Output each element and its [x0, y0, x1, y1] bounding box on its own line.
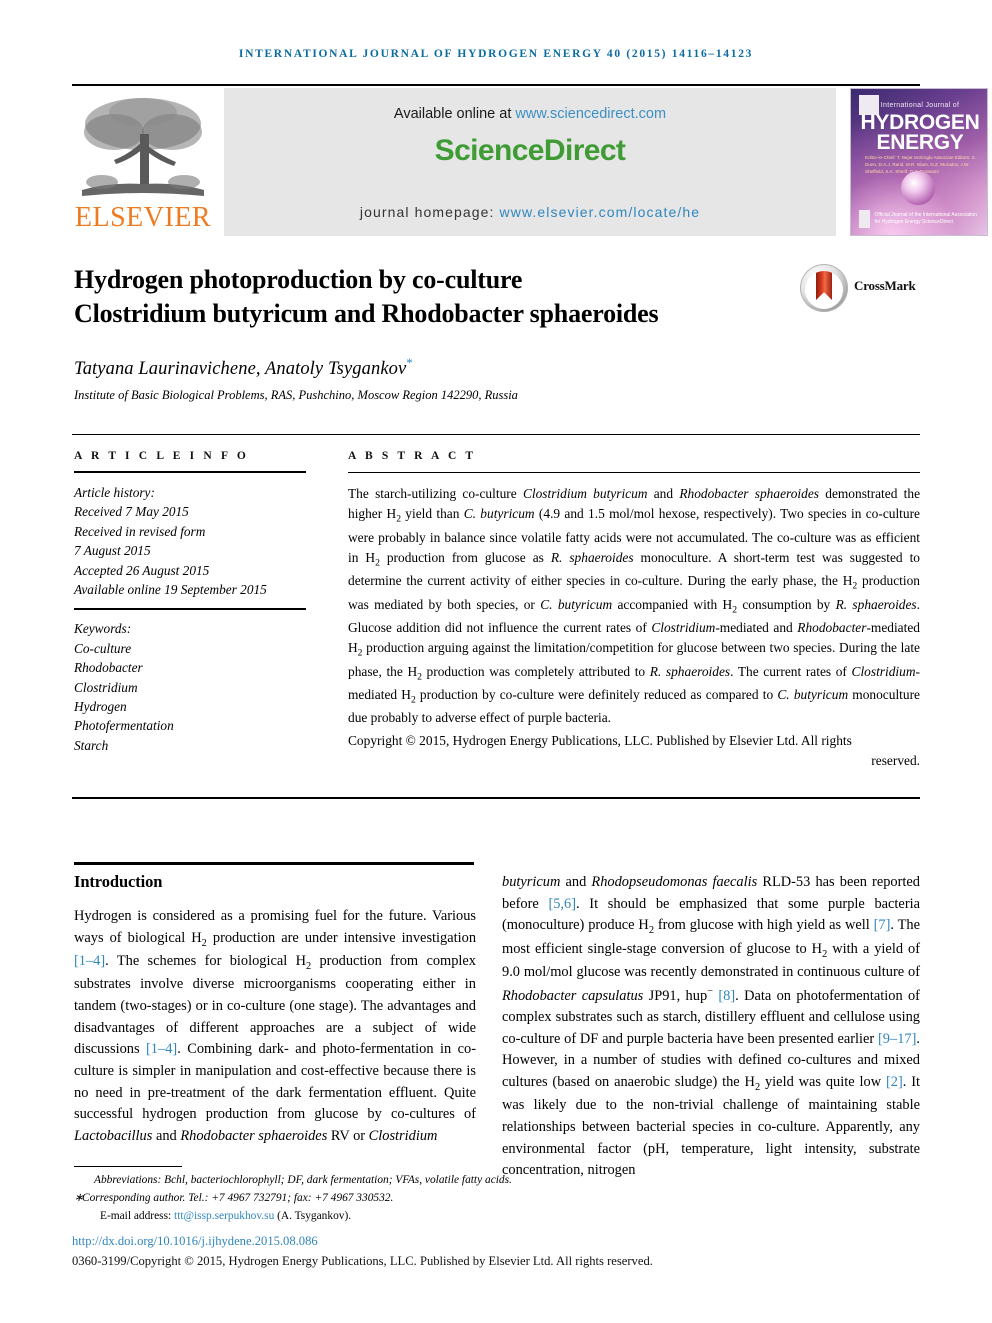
keyword-item: Starch	[74, 737, 109, 753]
keyword-item: Photofermentation	[74, 718, 174, 734]
abstract-column: A B S T R A C T The starch-utilizing co-…	[348, 450, 920, 771]
introduction-rule	[74, 862, 474, 865]
footnote-block: Abbreviations: Bchl, bacteriochlorophyll…	[74, 1172, 920, 1225]
abstract-bottom-rule	[72, 797, 920, 799]
keyword-item: Co-culture	[74, 640, 132, 656]
sciencedirect-logo-part2: Direct	[543, 134, 626, 167]
sciencedirect-logo-part1: Science	[434, 134, 545, 167]
article-history-label: Article history:	[74, 485, 155, 500]
footnote-corresponding-author: Corresponding author. Tel.: +7 4967 7327…	[74, 1190, 920, 1208]
corresponding-author-marker[interactable]: *	[406, 355, 413, 370]
keyword-item: Hydrogen	[74, 699, 127, 715]
article-info-heading: A R T I C L E I N F O	[74, 450, 249, 462]
crossmark-icon	[800, 264, 848, 312]
abstract-copyright-text: Copyright © 2015, Hydrogen Energy Public…	[348, 732, 852, 748]
author-list: Tatyana Laurinavichene, Anatoly Tsyganko…	[74, 355, 413, 380]
history-item: Accepted 26 August 2015	[74, 562, 210, 578]
elsevier-logo: ELSEVIER	[72, 88, 214, 236]
cover-footer: Official Journal of the International As…	[859, 210, 981, 228]
footnote-email-label: E-mail address:	[100, 1209, 175, 1222]
footnote-email-line: E-mail address: ttt@issp.serpukhov.su (A…	[74, 1208, 920, 1226]
article-info-rule	[74, 471, 306, 473]
keywords-rule	[74, 608, 306, 611]
crossmark-ribbon-icon	[816, 271, 832, 300]
crossmark-label: CrossMark	[854, 278, 916, 293]
sciencedirect-banner: Available online at www.sciencedirect.co…	[224, 88, 836, 236]
title-line-1: Hydrogen photoproduction by co-culture	[74, 265, 523, 294]
history-item: Received in revised form	[74, 523, 206, 539]
keywords-label: Keywords:	[74, 621, 132, 637]
cover-orb	[901, 171, 935, 205]
sciencedirect-logo: ScienceDirect	[224, 134, 836, 168]
footnote-email-suffix: (A. Tsygankov).	[274, 1209, 352, 1222]
introduction-paragraph-left: Hydrogen is considered as a promising fu…	[74, 908, 477, 1144]
cover-title-line1: HYDROGEN	[860, 111, 980, 134]
cover-iahe-logo	[859, 210, 870, 228]
abstract-heading: A B S T R A C T	[348, 450, 477, 462]
elsevier-wordmark: ELSEVIER	[74, 202, 212, 233]
available-online-text: Available online at	[393, 106, 516, 122]
cover-subtitle: International Journal of	[880, 102, 960, 109]
info-top-rule	[72, 434, 920, 435]
history-item: 7 August 2015	[74, 543, 151, 559]
keywords-block: Keywords: Co-culture Rhodobacter Clostri…	[74, 619, 306, 755]
journal-masthead: ELSEVIER Available online at www.science…	[72, 88, 988, 236]
article-history-block: Article history: Received 7 May 2015 Rec…	[74, 483, 306, 599]
introduction-paragraph-right: butyricum and Rhodopseudomonas faecalis …	[502, 874, 920, 1179]
crossmark-inner-circle	[805, 271, 843, 309]
abstract-copyright: Copyright © 2015, Hydrogen Energy Public…	[348, 731, 920, 772]
sciencedirect-link[interactable]: www.sciencedirect.com	[515, 106, 666, 122]
history-item: Received 7 May 2015	[74, 504, 189, 520]
article-info-column: A R T I C L E I N F O Article history: R…	[74, 450, 306, 755]
abstract-copyright-reserved: reserved.	[871, 753, 920, 769]
cover-title-line2: ENERGY	[876, 131, 964, 154]
elsevier-tree-icon	[82, 98, 204, 196]
footnote-abbreviations: Abbreviations: Bchl, bacteriochlorophyll…	[94, 1174, 512, 1186]
cover-footer-text: Official Journal of the International As…	[874, 212, 977, 225]
top-rule	[72, 84, 920, 86]
abstract-body: The starch-utilizing co-culture Clostrid…	[348, 486, 921, 726]
body-column-right: butyricum and Rhodopseudomonas faecalis …	[502, 872, 920, 1182]
journal-homepage-label: journal homepage:	[359, 204, 500, 220]
footnote-rule	[74, 1166, 182, 1167]
issn-copyright-line: 0360-3199/Copyright © 2015, Hydrogen Ene…	[72, 1254, 653, 1268]
page-title: Hydrogen photoproduction by co-culture C…	[74, 263, 774, 331]
paper-page: INTERNATIONAL JOURNAL OF HYDROGEN ENERGY…	[0, 0, 992, 1323]
affiliation: Institute of Basic Biological Problems, …	[74, 388, 518, 402]
author-names: Tatyana Laurinavichene, Anatoly Tsyganko…	[74, 359, 407, 380]
history-item: Available online 19 September 2015	[74, 582, 267, 598]
crossmark-badge[interactable]: CrossMark	[800, 262, 920, 318]
journal-homepage-link[interactable]: www.elsevier.com/locate/he	[500, 204, 701, 220]
keyword-item: Clostridium	[74, 679, 138, 695]
available-online-line: Available online at www.sciencedirect.co…	[224, 106, 836, 122]
footnote-email-link[interactable]: ttt@issp.serpukhov.su	[174, 1210, 274, 1222]
body-column-left: Introduction Hydrogen is considered as a…	[74, 872, 476, 1147]
abstract-rule	[348, 472, 920, 473]
running-head: INTERNATIONAL JOURNAL OF HYDROGEN ENERGY…	[238, 48, 754, 60]
journal-cover-thumbnail: International Journal of HYDROGEN ENERGY…	[850, 88, 988, 236]
title-line-2: Clostridium butyricum and Rhodobacter sp…	[74, 298, 659, 328]
journal-homepage-line: journal homepage: www.elsevier.com/locat…	[224, 204, 836, 220]
doi-link[interactable]: http://dx.doi.org/10.1016/j.ijhydene.201…	[72, 1234, 318, 1249]
introduction-heading: Introduction	[74, 872, 163, 891]
keyword-item: Rhodobacter	[74, 660, 143, 676]
